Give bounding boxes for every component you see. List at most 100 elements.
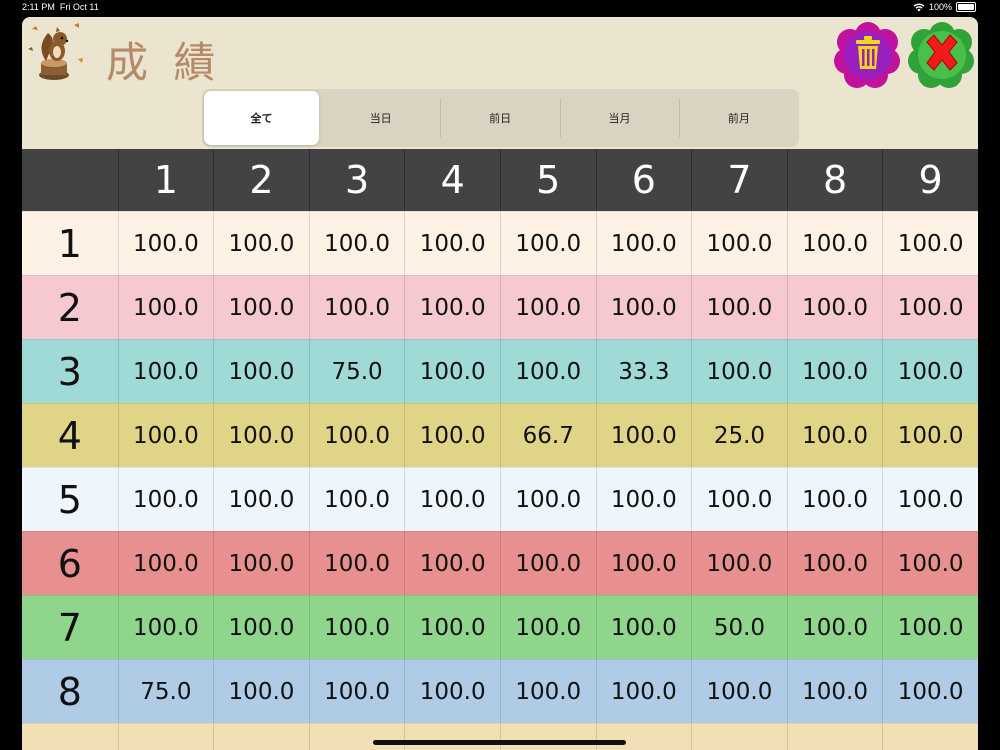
score-cell — [213, 724, 309, 750]
page-title: 成 績 — [106, 38, 222, 87]
status-bar: 2:11 PM Fri Oct 11 100% — [0, 0, 1000, 16]
score-cell: 100.0 — [117, 532, 214, 595]
score-cell: 100.0 — [117, 596, 214, 659]
table-row: 6 100.0 100.0 100.0 100.0 100.0 100.0 100.0 100.… — [22, 531, 978, 595]
score-cell: 66.7 — [499, 404, 596, 467]
score-cell: 100.0 — [786, 212, 883, 275]
segment-4[interactable]: 当月 — [559, 89, 679, 147]
battery-percent: 100% — [928, 2, 952, 12]
table-header-row: 123456789 — [22, 149, 978, 211]
row-header: 4 — [57, 413, 82, 458]
table-row — [22, 723, 978, 750]
score-cell: 100.0 — [595, 276, 692, 339]
score-cell: 100.0 — [499, 468, 596, 531]
score-cell: 100.0 — [786, 532, 883, 595]
score-cell: 100.0 — [499, 276, 596, 339]
score-cell: 100.0 — [499, 532, 596, 595]
score-cell: 100.0 — [308, 404, 405, 467]
score-cell: 100.0 — [404, 212, 500, 275]
score-cell: 100.0 — [404, 532, 500, 595]
score-cell: 100.0 — [595, 404, 692, 467]
score-cell — [499, 724, 596, 750]
home-indicator[interactable] — [373, 740, 626, 745]
score-cell: 100.0 — [595, 212, 692, 275]
delete-button[interactable] — [833, 19, 903, 89]
squirrel-logo-icon — [28, 23, 83, 80]
score-cell: 100.0 — [117, 340, 214, 403]
segment-3[interactable]: 前日 — [440, 89, 559, 147]
score-cell: 100.0 — [691, 212, 787, 275]
score-cell: 100.0 — [786, 596, 883, 659]
row-header — [22, 724, 118, 750]
segment-2[interactable]: 当日 — [321, 89, 440, 147]
column-header: 7 — [691, 149, 787, 211]
score-cell: 75.0 — [117, 660, 214, 723]
table-row: 7 100.0 100.0 100.0 100.0 100.0 100.0 50.0 100.0… — [22, 595, 978, 659]
table-row: 3 100.0 100.0 75.0 100.0 100.0 33.3 100.0 100.0 1… — [22, 339, 978, 403]
column-header: 3 — [308, 149, 405, 211]
score-cell: 100.0 — [786, 340, 883, 403]
table-corner-cell — [22, 149, 118, 211]
score-cell: 50.0 — [691, 596, 787, 659]
score-cell: 100.0 — [117, 468, 214, 531]
row-header: 6 — [57, 541, 82, 586]
score-cell: 100.0 — [404, 404, 500, 467]
row-header: 7 — [57, 605, 82, 650]
score-cell: 100.0 — [882, 468, 978, 531]
table-body: 1 100.0 100.0 100.0 100.0 100.0 100.0 100.0 100.… — [22, 211, 978, 750]
segment-1[interactable]: 全て — [204, 91, 319, 145]
column-header: 8 — [786, 149, 883, 211]
table-row: 4 100.0 100.0 100.0 100.0 66.7 100.0 25.0 100.0 1… — [22, 403, 978, 467]
score-cell: 100.0 — [213, 276, 309, 339]
score-cell: 100.0 — [691, 340, 787, 403]
score-cell: 100.0 — [882, 660, 978, 723]
column-header: 6 — [595, 149, 692, 211]
column-header: 5 — [499, 149, 596, 211]
score-cell — [882, 724, 978, 750]
column-header: 2 — [213, 149, 309, 211]
trash-icon — [856, 36, 880, 69]
score-cell: 100.0 — [691, 532, 787, 595]
score-cell: 100.0 — [691, 660, 787, 723]
table-row: 5 100.0 100.0 100.0 100.0 100.0 100.0 100.0 100.… — [22, 467, 978, 531]
score-cell: 75.0 — [308, 340, 405, 403]
score-cell — [308, 724, 405, 750]
wifi-icon — [913, 3, 925, 11]
score-cell: 100.0 — [595, 532, 692, 595]
score-cell: 100.0 — [308, 276, 405, 339]
score-cell: 100.0 — [213, 340, 309, 403]
status-right: 100% — [913, 2, 976, 12]
score-cell: 100.0 — [499, 340, 596, 403]
score-cell: 100.0 — [882, 212, 978, 275]
score-cell: 100.0 — [213, 660, 309, 723]
score-cell — [595, 724, 692, 750]
column-header: 9 — [882, 149, 978, 211]
score-cell: 100.0 — [213, 404, 309, 467]
score-cell: 100.0 — [786, 660, 883, 723]
score-cell: 100.0 — [595, 596, 692, 659]
score-cell: 100.0 — [882, 340, 978, 403]
row-header: 3 — [57, 349, 82, 394]
score-cell: 100.0 — [786, 468, 883, 531]
score-cell: 100.0 — [595, 660, 692, 723]
score-cell — [404, 724, 500, 750]
score-cell: 100.0 — [404, 276, 500, 339]
segment-5[interactable]: 前月 — [679, 89, 798, 147]
score-table: 123456789 1 100.0 100.0 100.0 100.0 100.0 100.… — [22, 149, 978, 750]
score-cell — [786, 724, 883, 750]
row-header: 2 — [57, 285, 82, 330]
score-cell: 100.0 — [213, 468, 309, 531]
score-cell: 100.0 — [882, 532, 978, 595]
score-cell: 100.0 — [117, 276, 214, 339]
score-cell: 100.0 — [308, 596, 405, 659]
table-row: 8 75.0 100.0 100.0 100.0 100.0 100.0 100.0 100.0… — [22, 659, 978, 723]
score-cell: 100.0 — [213, 596, 309, 659]
close-button[interactable] — [907, 19, 977, 89]
row-header: 8 — [57, 669, 82, 714]
score-cell: 100.0 — [117, 404, 214, 467]
score-cell: 100.0 — [882, 404, 978, 467]
app-window: 成 績 全て 当日 前日 当月 前月 1 2 3 4 5 6 7 8 9 1 1… — [22, 17, 978, 750]
period-segmented-control: 全て 当日 前日 当月 前月 — [202, 89, 799, 147]
score-cell: 100.0 — [308, 468, 405, 531]
score-cell: 100.0 — [691, 276, 787, 339]
